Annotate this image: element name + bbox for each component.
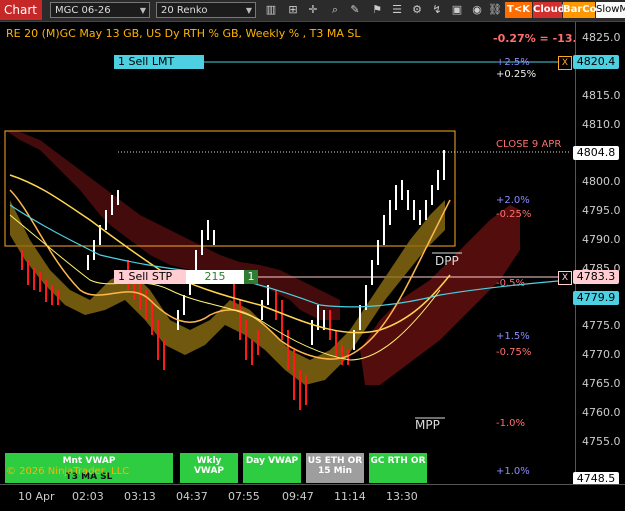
time-tick: 11:14 <box>334 490 366 503</box>
time-tick: 04:37 <box>176 490 208 503</box>
close-icon[interactable]: X <box>558 271 572 285</box>
price-tick: 4800.0 <box>582 175 621 188</box>
sell-lmt-order[interactable]: 1 Sell LMT <box>114 55 204 69</box>
slowm-button[interactable]: SlowM <box>596 2 625 18</box>
sell-lmt-price-tag: 4820.4 <box>573 55 619 69</box>
data-box-icon[interactable]: ▣ <box>450 3 464 17</box>
chart-toolbar: Chart MGC 06-26 ▼ 20 Renko ▼ ▥ ⊞ ✛ ⌕ ✎ ⚑… <box>0 0 625 22</box>
range-box <box>4 130 456 247</box>
pct-level-label: -0.5% <box>496 278 526 289</box>
link-icon[interactable]: ⛓ <box>488 3 502 17</box>
chart-title: RE 20 (M)GC May 13 GB, US Dy RTH % GB, W… <box>6 27 361 40</box>
barcol-button[interactable]: BarCol <box>563 2 600 18</box>
crosshair-icon[interactable]: ✛ <box>306 3 320 17</box>
instrument-value: MGC 06-26 <box>55 5 111 16</box>
time-tick: 10 Apr <box>18 490 55 503</box>
time-tick: 13:30 <box>386 490 418 503</box>
plus-icon[interactable]: ⊞ <box>286 3 300 17</box>
price-tick: 4790.0 <box>582 233 621 246</box>
stp-quantity[interactable]: 1 <box>244 270 258 284</box>
draw-icon[interactable]: ✎ <box>348 3 362 17</box>
price-tick: 4765.0 <box>582 377 621 390</box>
pct-level-label: +1.5% <box>496 331 530 342</box>
dpp-label: DPP <box>435 254 459 268</box>
price-tick: 4815.0 <box>582 89 621 102</box>
pct-level-label: -1.0% <box>496 418 526 429</box>
price-tick: 4810.0 <box>582 118 621 131</box>
strategies-icon[interactable]: ⚙ <box>410 3 424 17</box>
price-tick: 4825.0 <box>582 31 621 44</box>
screenshot-icon[interactable]: ◉ <box>470 3 484 17</box>
price-tick: 4760.0 <box>582 406 621 419</box>
gc-rth-button[interactable]: GC RTH OR <box>369 453 427 483</box>
pct-level-label: +2.0% <box>496 195 530 206</box>
close-icon[interactable]: X <box>558 56 572 70</box>
wkly-vwap-button[interactable]: Wkly VWAP <box>180 453 238 483</box>
day-vwap-button[interactable]: Day VWAP <box>243 453 301 483</box>
chart-menu-button[interactable]: Chart <box>0 0 42 20</box>
zoom-icon[interactable]: ⌕ <box>328 3 342 17</box>
mnt-vwap-label: Mnt VWAP <box>62 456 116 466</box>
time-tick: 09:47 <box>282 490 314 503</box>
mpp-label: MPP <box>415 418 440 432</box>
copyright: © 2026 NinjaTrader, LLC <box>6 466 130 477</box>
properties-icon[interactable]: ☰ <box>390 3 404 17</box>
us-eth-button[interactable]: US ETH OR 15 Min <box>306 453 364 483</box>
last-price-tag: 4804.8 <box>573 146 619 160</box>
price-tick: 4795.0 <box>582 204 621 217</box>
chevron-down-icon: ▼ <box>245 6 252 15</box>
time-tick: 03:13 <box>124 490 156 503</box>
pct-level-label: +1.0% <box>496 466 530 477</box>
price-tick: 4775.0 <box>582 319 621 332</box>
stp-ticks: 215 <box>186 270 244 284</box>
chart-trader-icon[interactable]: ↯ <box>430 3 444 17</box>
stp-price-tag: 4783.3 <box>573 270 619 284</box>
pct-level-label: +0.25% <box>496 69 537 80</box>
price-tick: 4770.0 <box>582 348 621 361</box>
chevron-down-icon: ▼ <box>139 6 146 15</box>
bar-type-selector[interactable]: 20 Renko ▼ <box>156 2 256 18</box>
bar-type-value: 20 Renko <box>161 5 208 16</box>
t-k-button[interactable]: T<K <box>505 2 532 18</box>
change-readout: -0.27% = -13.2 <box>493 32 585 45</box>
pct-level-label: -0.25% <box>496 209 532 220</box>
cloud-button[interactable]: Cloud <box>533 2 565 18</box>
pct-level-label: -0.75% <box>496 347 532 358</box>
bars-icon[interactable]: ▥ <box>264 3 278 17</box>
teal-ma-price-tag: 4779.9 <box>573 291 619 305</box>
close-label: CLOSE 9 APR <box>496 139 562 150</box>
template-icon[interactable]: ⚑ <box>370 3 384 17</box>
instrument-selector[interactable]: MGC 06-26 ▼ <box>50 2 150 18</box>
pct-level-label: +2.5% <box>496 57 530 68</box>
time-tick: 02:03 <box>72 490 104 503</box>
time-tick: 07:55 <box>228 490 260 503</box>
price-tick: 4755.0 <box>582 435 621 448</box>
price-chart[interactable] <box>0 22 575 484</box>
sell-stp-order[interactable]: 1 Sell STP <box>114 270 186 284</box>
